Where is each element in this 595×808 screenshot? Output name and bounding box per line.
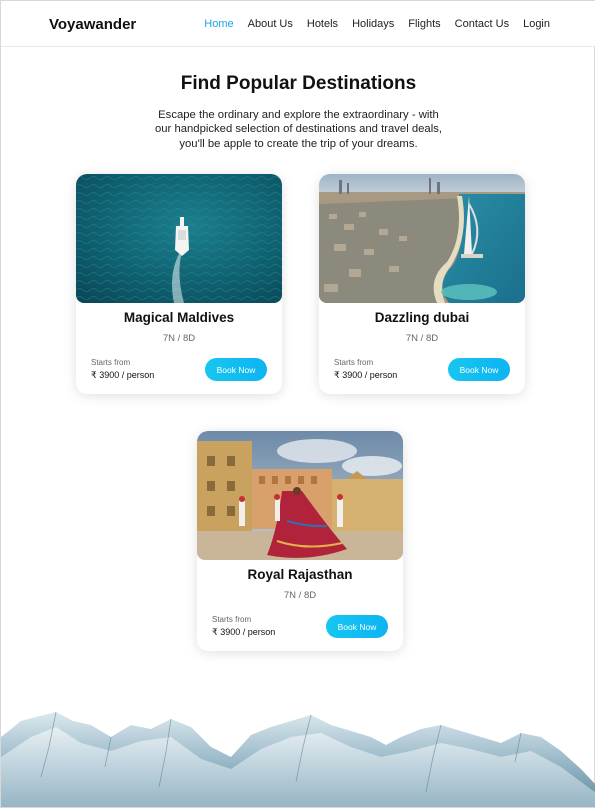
card-price: ₹ 3900 / person bbox=[91, 370, 155, 380]
nav-link-holidays[interactable]: Holidays bbox=[352, 18, 394, 30]
subtitle-line: our handpicked selection of destinations… bbox=[154, 123, 442, 136]
boat-on-sea-photo bbox=[76, 174, 282, 303]
card-duration: 7N / 8D bbox=[162, 333, 196, 344]
card-duration: 7N / 8D bbox=[283, 590, 317, 601]
nav-link-hotels[interactable]: Hotels bbox=[307, 18, 338, 30]
subtitle-line: Escape the ordinary and explore the extr… bbox=[158, 109, 439, 121]
subtitle-line: you'll be apple to create the trip of yo… bbox=[179, 137, 418, 150]
book-now-button[interactable]: Book Now bbox=[326, 615, 388, 638]
card-price-label: Starts from bbox=[212, 615, 252, 624]
destination-card-dubai: Dazzling dubai 7N / 8D Starts from ₹ 390… bbox=[319, 174, 525, 394]
card-duration: 7N / 8D bbox=[405, 333, 439, 344]
nav-link-flights[interactable]: Flights bbox=[408, 18, 440, 30]
dubai-coastline-photo bbox=[319, 174, 525, 303]
book-now-button[interactable]: Book Now bbox=[448, 358, 510, 381]
navbar: Voyawander Home About Us Hotels Holidays… bbox=[1, 1, 595, 47]
nav-link-login[interactable]: Login bbox=[523, 18, 550, 30]
card-price: ₹ 3900 / person bbox=[212, 627, 276, 637]
card-title: Magical Maldives bbox=[123, 310, 235, 325]
book-now-button[interactable]: Book Now bbox=[205, 358, 267, 381]
card-price-label: Starts from bbox=[334, 358, 374, 367]
rajasthan-dancer-photo bbox=[197, 431, 403, 560]
nav-link-about-us[interactable]: About Us bbox=[248, 18, 293, 30]
nav-link-home[interactable]: Home bbox=[204, 18, 233, 30]
page-title: Find Popular Destinations bbox=[180, 73, 417, 94]
card-title: Royal Rajasthan bbox=[247, 567, 353, 582]
card-title: Dazzling dubai bbox=[374, 310, 470, 325]
card-price: ₹ 3900 / person bbox=[334, 370, 398, 380]
nav-link-contact-us[interactable]: Contact Us bbox=[455, 18, 509, 30]
nav-menu: Home About Us Hotels Holidays Flights Co… bbox=[204, 18, 550, 30]
snowy-mountains-illustration bbox=[1, 711, 595, 807]
page-subtitle: Escape the ordinary and explore the extr… bbox=[1, 108, 595, 151]
brand-logo[interactable]: Voyawander bbox=[49, 16, 136, 33]
destination-card-rajasthan: Royal Rajasthan 7N / 8D Starts from ₹ 39… bbox=[197, 431, 403, 651]
destination-card-maldives: Magical Maldives 7N / 8D Starts from ₹ 3… bbox=[76, 174, 282, 394]
card-price-label: Starts from bbox=[91, 358, 131, 367]
